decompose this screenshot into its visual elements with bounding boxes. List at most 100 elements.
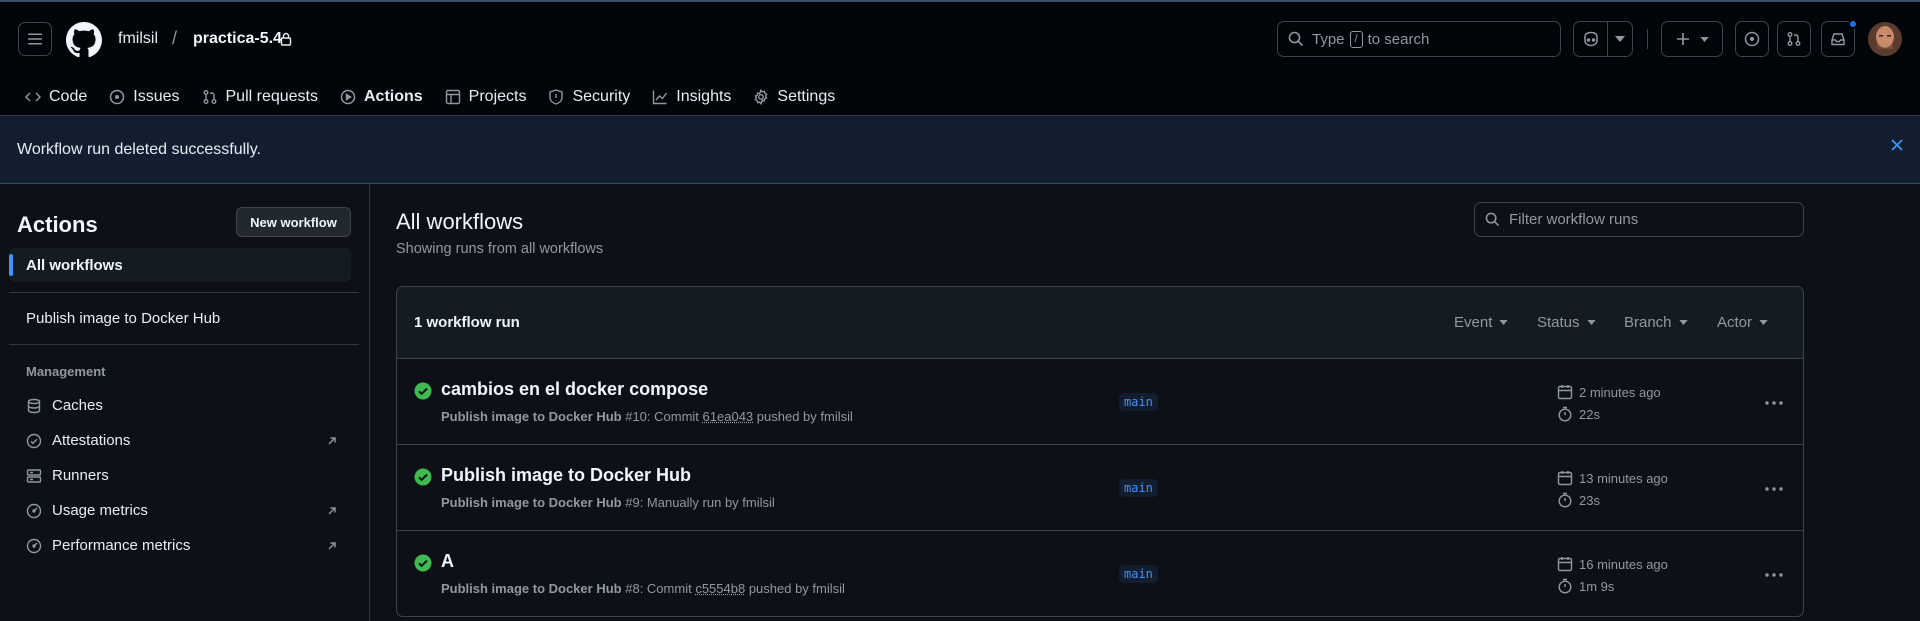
chevron-down-icon: [1699, 36, 1709, 42]
issues-button[interactable]: [1735, 21, 1769, 57]
management-heading: Management: [26, 364, 106, 379]
run-duration: 23s: [1557, 492, 1600, 508]
sidebar-item-runners[interactable]: Runners: [26, 467, 109, 484]
kebab-horizontal-icon: [1765, 401, 1783, 405]
issue-icon: [1744, 31, 1760, 47]
repo-name-link[interactable]: practica-5.4: [193, 30, 282, 48]
branch-label[interactable]: main: [1119, 479, 1158, 497]
graph-icon: [653, 90, 668, 105]
branch-filter-dropdown[interactable]: Branch: [1624, 314, 1688, 331]
workflow-run-row[interactable]: cambios en el docker compose Publish ima…: [397, 359, 1803, 445]
sidebar-title: Actions: [17, 212, 98, 237]
chevron-down-icon: [1615, 36, 1625, 42]
status-filter-dropdown[interactable]: Status: [1537, 314, 1596, 331]
plus-icon: [1676, 33, 1689, 45]
run-timestamp: 16 minutes ago: [1557, 556, 1668, 572]
user-avatar[interactable]: [1868, 22, 1902, 56]
workflow-run-row[interactable]: A Publish image to Docker Hub #8: Commit…: [397, 531, 1803, 616]
meter-icon: [26, 538, 42, 553]
breadcrumb-separator: /: [172, 28, 178, 48]
filter-workflow-runs-input[interactable]: Filter workflow runs: [1474, 202, 1804, 237]
dropdown-label: Status: [1537, 314, 1580, 331]
run-title-link[interactable]: Publish image to Docker Hub: [441, 465, 691, 486]
sidebar-item-all-workflows[interactable]: All workflows: [9, 248, 351, 282]
dismiss-flash-button[interactable]: [1890, 138, 1904, 152]
close-icon: [1891, 139, 1903, 151]
commit-sha-link[interactable]: 61ea043: [703, 409, 754, 424]
tab-projects[interactable]: Projects: [434, 76, 538, 118]
sidebar-item-attestations[interactable]: Attestations: [26, 432, 130, 449]
run-title-link[interactable]: A: [441, 551, 454, 572]
run-meta: Publish image to Docker Hub #10: Commit …: [441, 409, 853, 424]
pull-request-icon: [1787, 32, 1801, 46]
branch-label[interactable]: main: [1119, 393, 1158, 411]
branch-label[interactable]: main: [1119, 565, 1158, 583]
run-duration-text: 1m 9s: [1579, 578, 1615, 594]
tab-issues[interactable]: Issues: [98, 76, 190, 118]
database-icon: [27, 398, 41, 413]
kebab-horizontal-icon: [1765, 487, 1783, 491]
actions-sidebar: Actions New workflow All workflows Publi…: [0, 184, 370, 621]
event-filter-dropdown[interactable]: Event: [1454, 314, 1509, 331]
github-logo-icon[interactable]: [66, 22, 102, 58]
calendar-icon: [1557, 471, 1573, 486]
run-options-button[interactable]: [1761, 395, 1787, 411]
server-icon: [26, 468, 42, 483]
inbox-icon: [1831, 33, 1845, 46]
run-detail: pushed by fmilsil: [745, 581, 845, 596]
menu-button[interactable]: [18, 22, 52, 56]
search-icon: [1485, 212, 1500, 227]
sidebar-item-usage-metrics[interactable]: Usage metrics: [26, 502, 148, 519]
tab-security[interactable]: Security: [537, 76, 641, 118]
tab-insights[interactable]: Insights: [641, 76, 742, 118]
sidebar-item-label: Attestations: [52, 432, 131, 449]
sidebar-item-caches[interactable]: Caches: [26, 397, 103, 414]
run-detail: : Manually run by fmilsil: [639, 495, 775, 510]
actor-filter-dropdown[interactable]: Actor: [1717, 314, 1768, 331]
run-workflow-name: Publish image to Docker Hub: [441, 409, 622, 424]
stopwatch-icon: [1558, 406, 1572, 422]
external-link-icon: [328, 437, 336, 445]
sidebar-item-performance-metrics[interactable]: Performance metrics: [26, 537, 190, 554]
run-duration-text: 22s: [1579, 406, 1600, 422]
run-duration: 22s: [1557, 406, 1600, 422]
tab-actions[interactable]: Actions: [329, 76, 434, 119]
commit-sha-link[interactable]: c5554b8: [695, 581, 745, 596]
workflow-run-row[interactable]: Publish image to Docker Hub Publish imag…: [397, 445, 1803, 531]
header-divider: [1647, 29, 1648, 49]
tab-label: Insights: [676, 88, 732, 105]
play-icon: [340, 89, 356, 105]
run-options-button[interactable]: [1761, 567, 1787, 583]
repo-owner-link[interactable]: fmilsil: [118, 30, 158, 48]
page-subtitle: Showing runs from all workflows: [396, 241, 604, 257]
tab-label: Code: [49, 88, 88, 105]
sidebar-item-workflow[interactable]: Publish image to Docker Hub: [26, 310, 220, 327]
run-duration: 1m 9s: [1557, 578, 1614, 594]
run-time-text: 13 minutes ago: [1579, 470, 1668, 486]
global-search-input[interactable]: Type / to search: [1277, 21, 1561, 57]
run-title-link[interactable]: cambios en el docker compose: [441, 379, 708, 400]
flash-text: Workflow run deleted successfully.: [17, 140, 261, 158]
new-workflow-button[interactable]: New workflow: [236, 207, 351, 237]
tab-code[interactable]: Code: [0, 76, 98, 118]
copilot-button[interactable]: [1573, 21, 1633, 57]
create-new-button[interactable]: [1661, 21, 1723, 57]
calendar-icon: [1557, 557, 1573, 572]
sidebar-item-label: Performance metrics: [52, 537, 191, 554]
run-workflow-name: Publish image to Docker Hub: [441, 495, 622, 510]
sidebar-item-label: Runners: [52, 467, 109, 484]
run-meta: Publish image to Docker Hub #9: Manually…: [441, 495, 775, 510]
tab-label: Actions: [364, 88, 423, 105]
tab-pull-requests[interactable]: Pull requests: [191, 76, 330, 118]
copilot-icon: [1583, 31, 1598, 47]
run-options-button[interactable]: [1761, 481, 1787, 497]
dropdown-label: Event: [1454, 314, 1493, 331]
tab-settings[interactable]: Settings: [742, 76, 846, 118]
issue-icon: [110, 89, 125, 105]
search-suffix: to search: [1367, 30, 1430, 48]
pull-requests-button[interactable]: [1777, 21, 1811, 57]
repo-nav-tabs: Code Issues Pull requests Actions Projec…: [0, 76, 846, 119]
run-count: 1 workflow run: [414, 314, 520, 331]
run-number: #10: [625, 409, 647, 424]
page-title: All workflows: [396, 209, 524, 234]
